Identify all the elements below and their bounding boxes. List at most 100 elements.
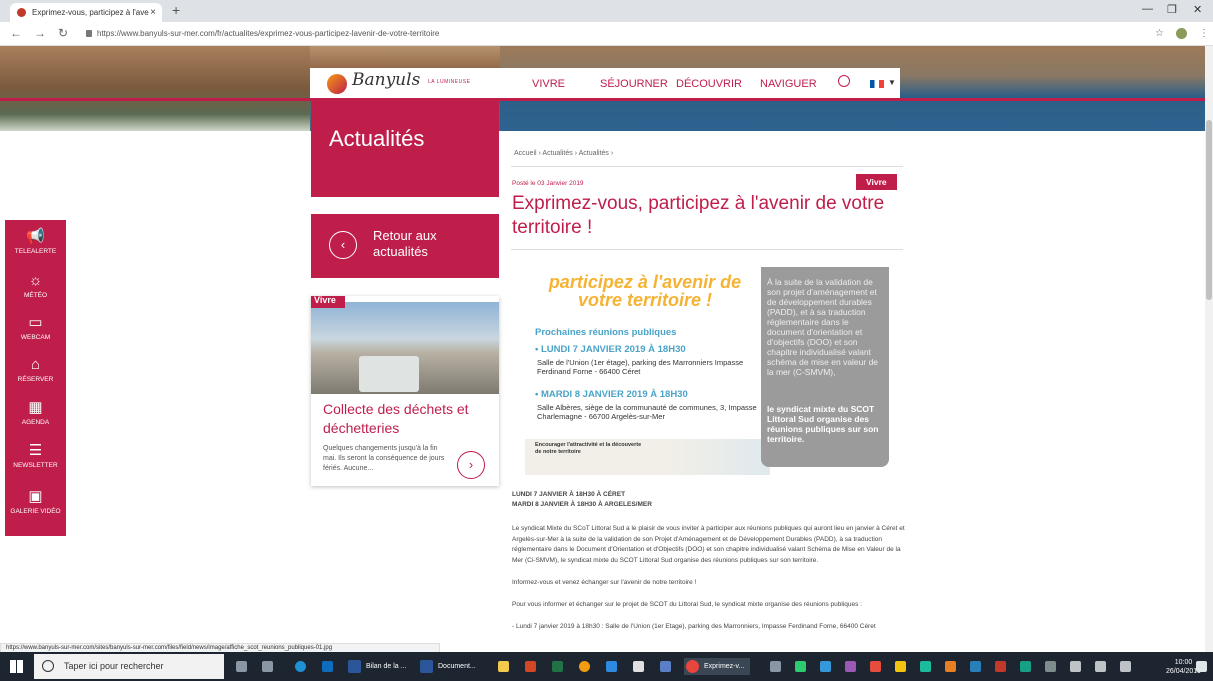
french-flag-icon[interactable] (870, 80, 884, 88)
tray-icon[interactable] (1045, 661, 1056, 672)
card-title[interactable]: Collecte des déchets et déchetteries (323, 400, 493, 438)
menu-vivre[interactable]: VIVRE (532, 78, 565, 90)
mail-icon[interactable] (633, 661, 644, 672)
files-icon[interactable] (606, 661, 617, 672)
sidebar-label: NEWSLETTER (13, 462, 58, 469)
sidebar-item-meteo[interactable]: ☼ MÉTÉO (5, 272, 66, 299)
cortana-icon (42, 660, 54, 672)
sidebar-item-reserver[interactable]: ⌂ RÉSERVER (5, 356, 66, 383)
sidebar-item-newsletter[interactable]: ☰ NEWSLETTER (5, 442, 66, 469)
menu-kebab-icon[interactable]: ⋮ (1199, 28, 1209, 39)
tray-icon[interactable] (995, 661, 1006, 672)
taskbar-app-word-1[interactable]: Bilan de la ... (346, 658, 412, 675)
sidebar-item-galerie-video[interactable]: ▣ GALERIE VIDÉO (5, 488, 66, 515)
tray-icon[interactable] (845, 661, 856, 672)
search-icon[interactable] (838, 75, 850, 87)
sidebar-item-agenda[interactable]: ▦ AGENDA (5, 399, 66, 426)
tray-icon[interactable] (770, 661, 781, 672)
tray-icon[interactable] (795, 661, 806, 672)
word-icon (420, 660, 433, 673)
back-arrow-icon[interactable]: ← (10, 26, 22, 40)
taskbar-app-chrome[interactable]: Exprimez-v... (684, 658, 750, 675)
tray-icon[interactable] (820, 661, 831, 672)
taskbar-search[interactable]: Taper ici pour rechercher (34, 654, 224, 679)
network-icon[interactable] (1070, 661, 1081, 672)
poster-side-bold: le syndicat mixte du SCOT Littoral Sud o… (767, 404, 879, 444)
browser-tab-active[interactable]: Exprimez-vous, participez à l'ave × (10, 3, 162, 22)
scrollbar-thumb[interactable] (1206, 120, 1212, 300)
poster-subtitle: Prochaines réunions publiques (535, 327, 677, 338)
logo[interactable]: Banyuls (352, 70, 420, 90)
article-paragraph-3: - Lundi 7 janvier 2019 à 18h30 : Salle d… (512, 623, 876, 630)
back-button-label: Retour aux actualités (373, 228, 437, 259)
sidebar-label: RÉSERVER (17, 376, 54, 383)
sidebar-label: GALERIE VIDÉO (10, 508, 61, 515)
chevron-left-icon: ‹ (329, 231, 357, 259)
quick-access-sidebar: 📢 TELEALERTE ☼ MÉTÉO ▭ WEBCAM ⌂ RÉSERVER ▦ AG… (5, 220, 66, 536)
article-heading-2: MARDI 8 JANVIER À 18H30 À ARGELES/MER (512, 501, 652, 508)
tray-icon[interactable] (945, 661, 956, 672)
close-window-icon[interactable]: ✕ (1193, 3, 1202, 16)
back-to-news-button[interactable]: ‹ Retour aux actualités (311, 214, 499, 278)
new-tab-button[interactable]: + (172, 2, 180, 18)
powerpoint-icon[interactable] (525, 661, 536, 672)
browser-toolbar: ← → ↻ https://www.banyuls-sur-mer.com/fr… (0, 22, 1213, 46)
reload-icon[interactable]: ↻ (58, 26, 68, 40)
microphone-icon[interactable] (236, 661, 247, 672)
tray-icon[interactable] (1020, 661, 1031, 672)
header-accent-line (0, 98, 1213, 101)
forward-arrow-icon[interactable]: → (34, 26, 46, 40)
excel-icon[interactable] (552, 661, 563, 672)
article-category-tag[interactable]: Vivre (856, 174, 897, 190)
sidebar-item-webcam[interactable]: ▭ WEBCAM (5, 314, 66, 341)
poster-address-2: Salle Albères, siège de la communauté de… (537, 403, 757, 421)
app-icon[interactable] (579, 661, 590, 672)
logo-sail-icon[interactable] (327, 74, 347, 94)
menu-decouvrir[interactable]: DÉCOUVRIR (676, 78, 742, 90)
tray-icon[interactable] (970, 661, 981, 672)
sidebar-item-telealerte[interactable]: 📢 TELEALERTE (5, 228, 66, 255)
edge-icon[interactable] (295, 661, 306, 672)
menu-sejourner[interactable]: SÉJOURNER (600, 78, 668, 90)
sun-icon: ☼ (28, 272, 43, 289)
store-icon[interactable] (498, 661, 509, 672)
minimize-icon[interactable]: — (1142, 3, 1153, 15)
newsletter-icon: ☰ (28, 442, 43, 459)
card-category-tag: Vivre (311, 296, 345, 308)
breadcrumb[interactable]: Accueil › Actualités › Actualités › (514, 150, 613, 157)
article-poster-image[interactable]: participez à l'avenir de votre territoir… (525, 267, 889, 475)
banner-photo-left (0, 46, 310, 131)
app-icon[interactable] (660, 661, 671, 672)
article-title: Exprimez-vous, participez à l'avenir de … (512, 193, 885, 238)
chevron-down-icon[interactable]: ▼ (888, 78, 896, 87)
article-paragraph-1: Le syndicat Mixte du SCoT Littoral Sud a… (512, 525, 905, 564)
outlook-icon[interactable] (322, 661, 333, 672)
windows-taskbar: Taper ici pour rechercher Bilan de la ..… (0, 652, 1213, 681)
sidebar-label: AGENDA (21, 419, 50, 426)
web-page: Banyuls LA LUMINEUSE VIVRE SÉJOURNER DÉC… (0, 46, 1213, 652)
camera-icon: ▭ (28, 314, 43, 331)
tray-icon[interactable] (870, 661, 881, 672)
restore-icon[interactable]: ❐ (1167, 3, 1177, 16)
megaphone-icon: 📢 (26, 228, 45, 245)
divider (511, 166, 903, 167)
tray-icon[interactable] (895, 661, 906, 672)
notifications-icon[interactable] (1196, 661, 1207, 672)
page-title-box: Actualités (311, 100, 499, 197)
tray-icon[interactable] (920, 661, 931, 672)
related-news-card[interactable]: Vivre Collecte des déchets et déchetteri… (311, 296, 499, 486)
extension-icon[interactable] (1176, 28, 1187, 39)
poster-map-label: Encourager l'attractivité et la découver… (535, 442, 642, 455)
bookmark-star-icon[interactable]: ☆ (1155, 28, 1164, 39)
close-tab-icon[interactable]: × (150, 3, 156, 22)
taskbar-app-word-2[interactable]: Document... (418, 658, 484, 675)
sidebar-label: MÉTÉO (23, 292, 48, 299)
windows-start-icon[interactable] (10, 660, 23, 673)
task-view-icon[interactable] (262, 661, 273, 672)
volume-icon[interactable] (1095, 661, 1106, 672)
chrome-icon (686, 660, 699, 673)
menu-naviguer[interactable]: NAVIGUER (760, 78, 817, 90)
language-icon[interactable] (1120, 661, 1131, 672)
address-bar[interactable]: https://www.banyuls-sur-mer.com/fr/actua… (86, 25, 1126, 43)
chevron-right-icon[interactable]: › (457, 451, 485, 479)
